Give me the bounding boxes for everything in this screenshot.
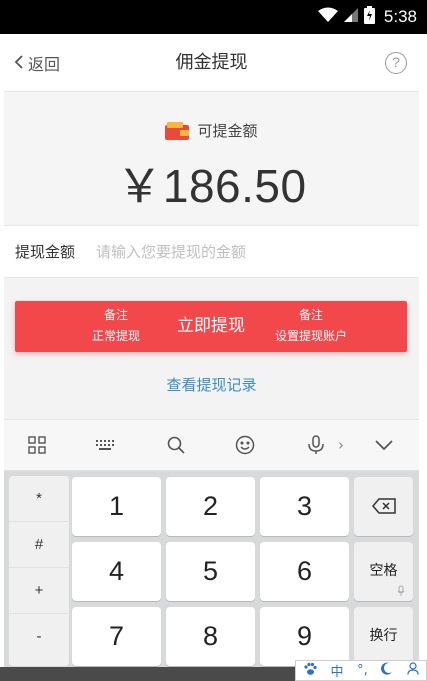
balance-amount: ￥186.50 xyxy=(116,160,307,212)
withdraw-amount-label: 提现金额 xyxy=(15,243,76,261)
view-withdraw-records-link[interactable]: 查看提现记录 xyxy=(4,374,419,395)
key-3[interactable]: 3 xyxy=(260,477,349,536)
ime-punct[interactable]: °, xyxy=(357,663,368,678)
back-button[interactable]: 返回 xyxy=(14,34,60,92)
right-edge xyxy=(419,34,427,667)
numeric-keyboard: * # + - 1 2 3 4 5 6 空格 7 8 9 换行 xyxy=(4,471,419,667)
key-plus[interactable]: + xyxy=(9,568,69,614)
microphone-icon[interactable] xyxy=(304,433,328,457)
wallet-icon xyxy=(165,121,190,140)
withdraw-amount-input[interactable] xyxy=(96,231,419,272)
key-1[interactable]: 1 xyxy=(72,477,161,536)
signal-icon xyxy=(343,7,359,27)
back-label: 返回 xyxy=(28,55,61,74)
status-icons: 5:38 xyxy=(317,6,417,28)
balance-label: 可提金额 xyxy=(197,122,258,140)
key-9[interactable]: 9 xyxy=(260,607,349,666)
more-arrow[interactable]: › xyxy=(335,433,347,457)
moon-icon[interactable] xyxy=(381,662,393,679)
balance-panel: 可提金额 ￥186.50 xyxy=(4,92,419,224)
ime-mode[interactable]: 中 xyxy=(330,661,343,680)
paw-icon[interactable] xyxy=(303,662,317,680)
page-title: 佣金提现 xyxy=(175,52,248,73)
symbol-column: * # + - xyxy=(9,476,69,666)
backspace-key[interactable] xyxy=(354,477,413,536)
grid-icon[interactable] xyxy=(25,433,49,457)
key-5[interactable]: 5 xyxy=(166,542,255,601)
key-minus[interactable]: - xyxy=(9,614,69,660)
user-icon[interactable] xyxy=(407,662,419,679)
battery-icon xyxy=(363,6,375,28)
balance-label-row: 可提金额 xyxy=(4,120,419,141)
emoji-icon[interactable] xyxy=(233,433,257,457)
status-bar: 5:38 xyxy=(0,0,427,34)
app-screen: 5:38 返回 佣金提现 ? 可提金额 ￥186.50 提现金额 请输入您要提现… xyxy=(0,0,427,681)
space-key[interactable]: 空格 xyxy=(354,542,413,601)
newline-key[interactable]: 换行 xyxy=(354,607,413,666)
right-note-text: 设置提现账户 xyxy=(274,329,347,343)
space-label: 空格 xyxy=(369,563,398,579)
right-note: 备注 设置提现账户 xyxy=(261,305,361,347)
main-content: 可提金额 ￥186.50 提现金额 备注 正常提现 立即提现 备注 设置提现账户… xyxy=(4,92,419,419)
chevron-left-icon xyxy=(14,54,24,73)
withdraw-amount-row: 提现金额 xyxy=(4,225,419,278)
key-hash[interactable]: # xyxy=(9,522,69,568)
key-2[interactable]: 2 xyxy=(166,477,255,536)
key-7[interactable]: 7 xyxy=(72,607,161,666)
key-star[interactable]: * xyxy=(9,476,69,522)
ime-toolbar: › xyxy=(4,419,419,471)
key-8[interactable]: 8 xyxy=(166,607,255,666)
help-icon[interactable]: ? xyxy=(385,52,407,74)
collapse-chevron-icon[interactable] xyxy=(372,433,396,457)
right-note-title: 备注 xyxy=(298,308,323,322)
key-6[interactable]: 6 xyxy=(260,542,349,601)
keyboard-icon[interactable] xyxy=(93,433,117,457)
search-icon[interactable] xyxy=(164,433,188,457)
small-mic-icon xyxy=(397,585,405,599)
wifi-icon xyxy=(317,7,338,27)
backspace-icon xyxy=(371,498,396,514)
withdraw-now-button[interactable]: 备注 正常提现 立即提现 备注 设置提现账户 xyxy=(15,301,407,352)
ime-status-bar: 中 °, xyxy=(295,660,427,681)
status-time: 5:38 xyxy=(383,7,417,26)
key-4[interactable]: 4 xyxy=(72,542,161,601)
nav-bar: 返回 佣金提现 ? xyxy=(4,34,419,92)
